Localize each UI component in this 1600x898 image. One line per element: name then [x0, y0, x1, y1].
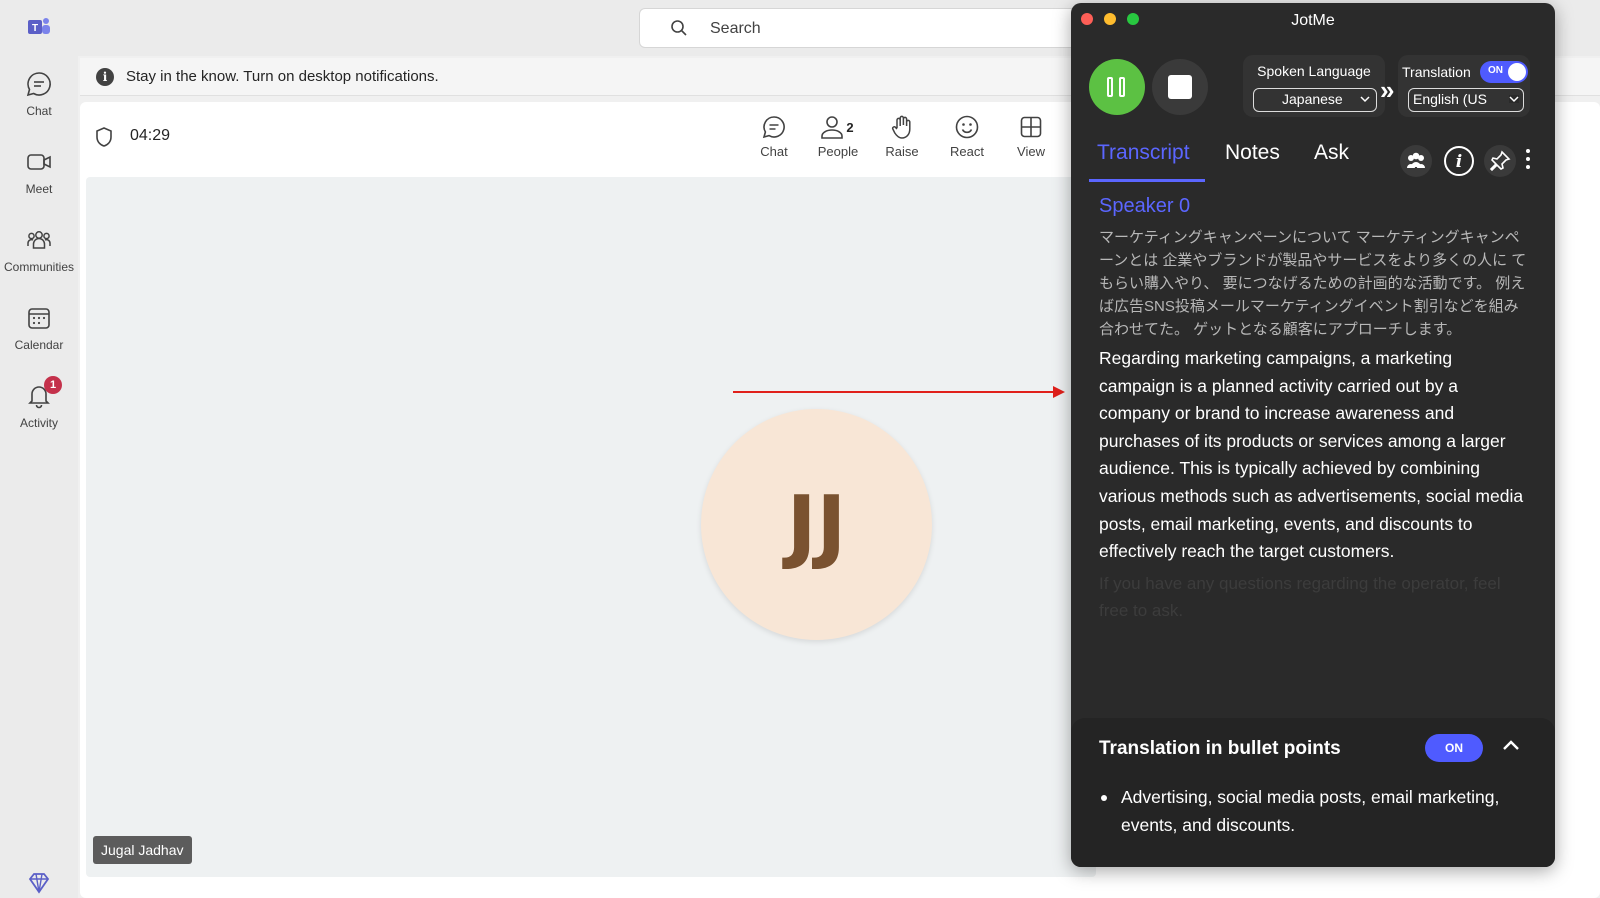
- spoken-language-label: Spoken Language: [1257, 63, 1371, 79]
- bullets-title: Translation in bullet points: [1099, 738, 1341, 759]
- chevron-down-icon: [1509, 95, 1519, 103]
- spoken-language-value: Japanese: [1282, 91, 1343, 107]
- bullet-list: Advertising, social media posts, email m…: [1099, 784, 1519, 839]
- communities-icon: [27, 231, 51, 249]
- chevron-down-icon: [1360, 96, 1370, 103]
- original-japanese-text: マーケティングキャンペーンについて マーケティングキャンペーンとは 企業やブラン…: [1099, 229, 1527, 338]
- svg-text:i: i: [1456, 152, 1462, 172]
- jotme-title: JotMe: [1291, 12, 1335, 29]
- double-chevron-right-icon: »: [1380, 75, 1395, 105]
- video-stage: [86, 177, 1096, 877]
- rail-item-activity[interactable]: 1 Activity: [0, 376, 78, 430]
- meeting-view-button[interactable]: View: [1001, 114, 1061, 159]
- stop-icon: [1168, 75, 1192, 99]
- rail-label-chat: Chat: [26, 104, 52, 118]
- rail-label-calendar: Calendar: [14, 338, 64, 352]
- chevron-up-icon[interactable]: [1501, 738, 1521, 752]
- meeting-raise-label: Raise: [885, 144, 919, 159]
- red-arrow-annotation: [733, 386, 1065, 398]
- search-icon: [671, 20, 687, 36]
- transcript-content: Speaker 0 マーケティングキャンペーンについて マーケティングキャンペー…: [1099, 195, 1529, 624]
- translation-toggle[interactable]: ON: [1480, 61, 1528, 83]
- meeting-react-label: React: [950, 144, 984, 159]
- pause-recording-button[interactable]: [1089, 59, 1145, 115]
- speaker-label: Speaker 0: [1099, 195, 1191, 217]
- spoken-language-panel: Spoken Language Japanese: [1243, 55, 1385, 117]
- toggle-knob: [1508, 63, 1526, 81]
- calendar-icon: [28, 308, 50, 329]
- people-count: 2: [846, 120, 853, 135]
- activity-badge: 1: [44, 376, 62, 394]
- smile-icon: [955, 115, 979, 139]
- tab-notes[interactable]: Notes: [1225, 141, 1280, 165]
- info-circle-icon[interactable]: i: [1443, 145, 1475, 177]
- rail-item-meet[interactable]: Meet: [0, 148, 78, 196]
- people-icon: 2: [821, 116, 854, 139]
- meeting-chat-label: Chat: [760, 144, 788, 159]
- rail-label-meet: Meet: [25, 182, 53, 196]
- pin-icon[interactable]: [1484, 145, 1516, 177]
- more-options-icon[interactable]: [1526, 149, 1532, 173]
- translated-english-text: Regarding marketing campaigns, a marketi…: [1099, 348, 1524, 562]
- meeting-react-button[interactable]: React: [937, 114, 997, 159]
- notification-text[interactable]: Stay in the know. Turn on desktop notifi…: [126, 68, 439, 85]
- meeting-people-button[interactable]: 2 People: [808, 114, 868, 159]
- tab-ask[interactable]: Ask: [1314, 141, 1349, 165]
- translation-label: Translation: [1402, 64, 1471, 80]
- translation-language-value: English (US: [1413, 91, 1487, 107]
- app-rail: T Chat Meet Communities Calendar 1 Activ…: [0, 0, 78, 898]
- active-tab-indicator: [1089, 179, 1205, 182]
- video-camera-icon: [27, 154, 51, 170]
- translation-toggle-text: ON: [1488, 65, 1503, 76]
- rail-item-chat[interactable]: Chat: [0, 70, 78, 118]
- spoken-language-select[interactable]: Japanese: [1253, 88, 1377, 112]
- participant-name-tag: Jugal Jadhav: [93, 836, 192, 864]
- chat-icon: [26, 72, 51, 97]
- meeting-raise-button[interactable]: Raise: [872, 114, 932, 159]
- bullet-translation-panel: Translation in bullet points ON Advertis…: [1071, 718, 1555, 867]
- faded-background-text: If you have any questions regarding the …: [1099, 573, 1501, 620]
- svg-text:T: T: [32, 23, 38, 34]
- jotme-panel: JotMe Spoken Language Japanese » Transla…: [1071, 3, 1555, 867]
- info-icon: i: [96, 68, 114, 86]
- meeting-chat-button[interactable]: Chat: [744, 114, 804, 159]
- meeting-timer: 04:29: [130, 127, 171, 144]
- bullets-toggle[interactable]: ON: [1425, 734, 1483, 762]
- participant-initials: JJ: [786, 479, 847, 572]
- shield-icon[interactable]: [94, 126, 114, 148]
- translation-panel: Translation ON English (US: [1398, 55, 1530, 117]
- tab-transcript[interactable]: Transcript: [1097, 141, 1190, 165]
- chat-bubble-icon: [762, 116, 785, 139]
- rail-item-calendar[interactable]: Calendar: [0, 304, 78, 352]
- participants-icon[interactable]: [1400, 145, 1432, 177]
- stop-recording-button[interactable]: [1152, 59, 1208, 115]
- raise-hand-icon: [891, 115, 911, 139]
- rail-label-communities: Communities: [3, 260, 75, 274]
- premium-diamond-icon[interactable]: [27, 872, 51, 894]
- pause-icon: [1107, 77, 1113, 97]
- meeting-view-label: View: [1017, 144, 1045, 159]
- grid-view-icon: [1020, 116, 1042, 138]
- translation-language-select[interactable]: English (US: [1408, 88, 1524, 112]
- bullet-item: Advertising, social media posts, email m…: [1099, 784, 1519, 839]
- teams-logo-icon[interactable]: T: [26, 14, 52, 40]
- participant-avatar[interactable]: JJ: [701, 409, 932, 640]
- search-placeholder: Search: [710, 20, 761, 37]
- rail-item-communities[interactable]: Communities: [0, 226, 78, 274]
- meeting-people-label: People: [817, 144, 859, 159]
- rail-label-activity: Activity: [19, 416, 58, 430]
